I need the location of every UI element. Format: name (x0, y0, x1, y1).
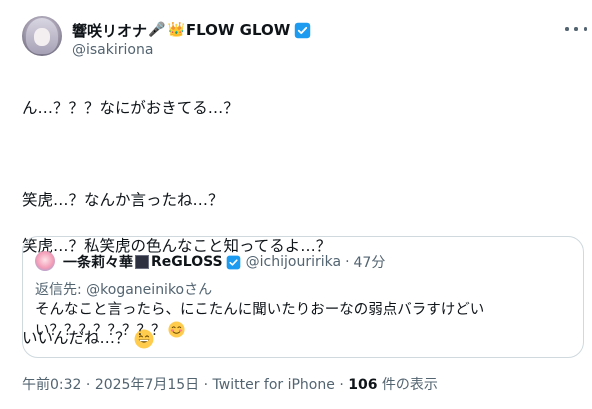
quoted-text-body: そんなこと言ったら、にこたんに聞いたりおーなの弱点バラすけどいい？？？？？？？？ (35, 302, 485, 339)
author-name-row[interactable]: 響咲リオナ 🎤 👑 FLOW GLOW (72, 20, 311, 40)
smiling-face-with-blush-icon (167, 321, 185, 338)
quoted-separator: · (345, 254, 350, 270)
reply-to-handle[interactable]: @koganeinikoさん (86, 282, 212, 298)
post-time[interactable]: 午前0:32 (22, 377, 81, 393)
post-client: Twitter for iPhone (212, 377, 335, 393)
quoted-display-name[interactable]: 一条莉々華 (63, 252, 133, 272)
crown-emoji-icon: 👑 (167, 22, 185, 38)
night-city-emoji-icon (135, 255, 149, 269)
views-label[interactable]: 件の表示 (377, 377, 438, 393)
verified-badge-icon[interactable] (294, 22, 311, 39)
author-avatar[interactable] (22, 16, 62, 56)
footer-separator: · (203, 377, 209, 393)
more-dot (583, 27, 587, 31)
tweet-line: ん…？？？なにがおきてる…？ (22, 99, 239, 117)
post-date[interactable]: 2025年7月15日 (95, 377, 199, 393)
author-display-name[interactable]: 響咲リオナ (72, 20, 147, 41)
quoted-author-row[interactable]: 一条莉々華 ReGLOSS @ichijouririka · 47分 (63, 253, 385, 271)
more-dot (565, 27, 569, 31)
quoted-author-avatar[interactable] (35, 251, 55, 271)
footer-separator: · (85, 377, 91, 393)
author-name-suffix[interactable]: FLOW GLOW (186, 21, 290, 39)
reply-to-line: 返信先: @koganeinikoさん (35, 279, 212, 299)
tweet-footer: 午前0:32 · 2025年7月15日 · Twitter for iPhone… (22, 374, 438, 394)
more-options-icon[interactable] (565, 22, 587, 36)
quoted-time[interactable]: 47分 (354, 252, 386, 272)
views-count[interactable]: 106 (348, 377, 377, 393)
reply-to-label: 返信先: (35, 282, 87, 298)
tweet-card: 響咲リオナ 🎤 👑 FLOW GLOW @isakiriona ん…？？？なにが… (0, 0, 592, 409)
more-dot (574, 27, 578, 31)
tweet-line: 笑虎…？なんか言ったね…？ (22, 191, 224, 209)
quoted-tweet[interactable]: 一条莉々華 ReGLOSS @ichijouririka · 47分 返信先: … (22, 236, 584, 358)
quoted-handle[interactable]: @ichijouririka (246, 254, 341, 270)
footer-separator: · (339, 377, 344, 393)
avatar-face (34, 28, 50, 46)
author-handle[interactable]: @isakiriona (72, 42, 153, 58)
quoted-name-suffix[interactable]: ReGLOSS (151, 254, 223, 270)
quoted-text: そんなこと言ったら、にこたんに聞いたりおーなの弱点バラすけどいい？？？？？？？？ (35, 300, 575, 342)
microphone-emoji-icon: 🎤 (148, 22, 166, 38)
verified-badge-icon (226, 255, 240, 269)
